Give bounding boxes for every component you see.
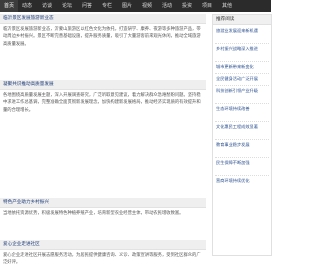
nav-item[interactable]: 论坛 [62, 0, 72, 12]
nav-item[interactable]: 图片 [122, 0, 132, 12]
article-body: 当地依托资源优势，积极发展特色种植养殖产业，培育新型农业经营主体，带动农民增收致… [3, 211, 184, 216]
article-title-bar: 特色产业助力乡村振兴 [0, 198, 206, 208]
sidebar-link[interactable]: 民生保障不断加强 [216, 160, 269, 173]
top-nav: 首页 动态 访谈 论坛 问答 专栏 图片 视频 活动 投资 项目 其他 [0, 0, 271, 12]
divider [215, 103, 269, 104]
nav-item[interactable]: 活动 [162, 0, 172, 12]
divider [215, 85, 269, 86]
divider [215, 121, 269, 122]
sidebar-link[interactable]: 文化惠民工程成效显著 [216, 124, 269, 137]
divider [215, 73, 269, 74]
sidebar-link[interactable]: 生态环境持续改善 [216, 106, 269, 119]
article-body: 各地围绕高质量发展主题，深入开展调查研究，广泛听取意见建议，着力解决群众急难愁盼… [3, 93, 201, 113]
article-title-bar: 临沂景区发展旅游新业态 [0, 14, 206, 24]
nav-item[interactable]: 投资 [182, 0, 192, 12]
nav-item[interactable]: 问答 [82, 0, 92, 12]
nav-item[interactable]: 其他 [222, 0, 232, 12]
sidebar: 推荐阅读 旅游业发展迎来新机遇 乡村振兴战略深入推进 城市更新带来新变化 全民健… [212, 14, 272, 256]
article-body: 爱心企业走进社区开展志愿服务活动，为居民提供健康咨询、义诊、政策宣讲等服务，受到… [3, 253, 201, 266]
sidebar-heading: 推荐阅读 [213, 15, 271, 25]
divider [215, 157, 269, 158]
article-body: 临沂景区发展旅游新业态，沂蒙山旅游区以红色文化为依托，打造研学、康养、夜游等多种… [3, 27, 201, 47]
sidebar-link[interactable]: 全民健身活动广泛开展 [216, 76, 269, 83]
nav-item-home[interactable]: 首页 [0, 0, 19, 12]
nav-item[interactable]: 项目 [202, 0, 212, 12]
nav-item[interactable]: 动态 [22, 0, 32, 12]
sidebar-link[interactable]: 旅游业发展迎来新机遇 [216, 28, 269, 41]
divider [215, 139, 269, 140]
sidebar-link[interactable]: 城市更新带来新变化 [216, 64, 269, 71]
divider [215, 61, 269, 62]
article-title[interactable]: 临沂景区发展旅游新业态 [3, 14, 54, 23]
sidebar-link[interactable]: 乡村振兴战略深入推进 [216, 46, 269, 59]
sidebar-link[interactable]: 营商环境持续优化 [216, 178, 269, 191]
article-title[interactable]: 爱心企业走进社区 [3, 240, 40, 249]
sidebar-link[interactable]: 科技创新引领产业升级 [216, 88, 269, 101]
article-title[interactable]: 特色产业助力乡村振兴 [3, 198, 49, 207]
divider [215, 43, 269, 44]
nav-item[interactable]: 视频 [142, 0, 152, 12]
article-title[interactable]: 凝聚共识推动高质量发展 [3, 80, 54, 89]
article-title-bar: 凝聚共识推动高质量发展 [0, 80, 206, 90]
nav-item[interactable]: 访谈 [42, 0, 52, 12]
divider [215, 175, 269, 176]
sidebar-link[interactable]: 教育事业稳步发展 [216, 142, 269, 155]
article-title-bar: 爱心企业走进社区 [0, 240, 206, 250]
nav-item[interactable]: 专栏 [102, 0, 112, 12]
